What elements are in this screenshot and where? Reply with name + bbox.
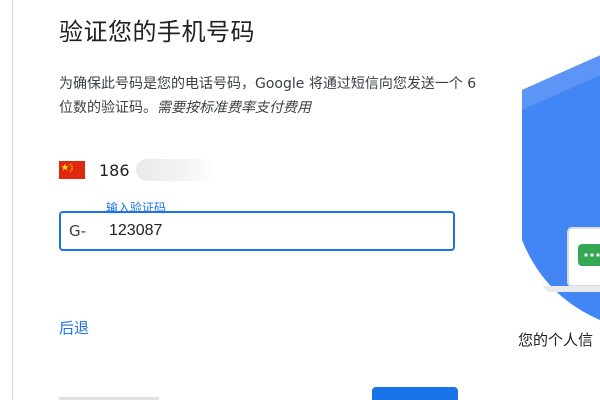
verification-description: 为确保此号码是您的电话号码，Google 将通过短信向您发送一个 6 位数的验证… [59, 72, 479, 120]
verification-code-input[interactable] [109, 219, 429, 243]
code-prefix: G- [69, 222, 87, 240]
phone-number: 186 [99, 160, 130, 180]
description-fee-note: 需要按标准费率支付费用 [157, 100, 311, 116]
next-button[interactable] [372, 387, 458, 400]
phone-number-row: 186 [59, 158, 216, 182]
privacy-caption: 您的个人信 [518, 331, 594, 349]
password-badge-icon [578, 244, 600, 266]
china-flag-icon [59, 161, 85, 179]
page-title: 验证您的手机号码 [59, 18, 255, 46]
back-button[interactable]: 后退 [59, 317, 89, 338]
verification-code-field[interactable]: G- [59, 211, 455, 251]
panel-left-border [12, 0, 13, 400]
bottom-link-partial[interactable] [59, 393, 169, 400]
phone-number-redacted [135, 159, 216, 181]
